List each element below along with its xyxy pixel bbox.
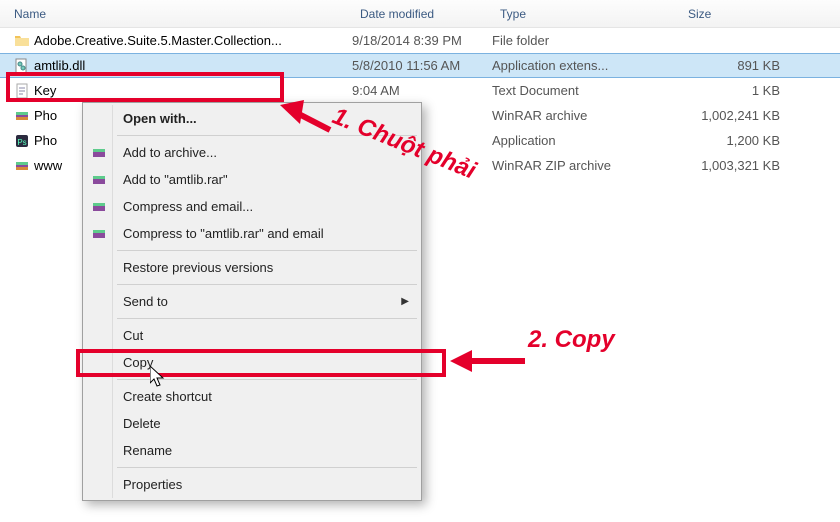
menu-restore-versions[interactable]: Restore previous versions: [85, 254, 419, 281]
menu-separator: [117, 250, 417, 251]
file-type: WinRAR ZIP archive: [492, 158, 680, 173]
menu-compress-to-email[interactable]: Compress to "amtlib.rar" and email: [85, 220, 419, 247]
file-date: 9/18/2014 8:39 PM: [352, 33, 492, 48]
menu-create-shortcut[interactable]: Create shortcut: [85, 383, 419, 410]
file-type: WinRAR archive: [492, 108, 680, 123]
annotation-step2: 2. Copy: [528, 326, 615, 354]
file-date: 5/8/2010 11:56 AM: [352, 58, 492, 73]
column-header-type[interactable]: Type: [492, 3, 680, 25]
dll-icon: [14, 58, 30, 74]
app-icon: Ps: [14, 133, 30, 149]
file-name: www: [34, 158, 62, 173]
winrar-icon: [91, 226, 107, 242]
menu-separator: [117, 284, 417, 285]
menu-label: Compress and email...: [123, 199, 253, 214]
menu-label: Add to "amtlib.rar": [123, 172, 228, 187]
winrar-zip-icon: [14, 158, 30, 174]
winrar-icon: [14, 108, 30, 124]
file-name: Pho: [34, 108, 57, 123]
menu-properties[interactable]: Properties: [85, 471, 419, 498]
file-type: Application: [492, 133, 680, 148]
menu-label: Restore previous versions: [123, 260, 273, 275]
file-name: amtlib.dll: [34, 58, 85, 73]
file-size: 1,200 KB: [680, 133, 840, 148]
menu-label: Copy: [123, 355, 153, 370]
file-size: 1,003,321 KB: [680, 158, 840, 173]
menu-label: Delete: [123, 416, 161, 431]
menu-label: Add to archive...: [123, 145, 217, 160]
menu-open-with[interactable]: Open with...: [85, 105, 419, 132]
column-header-row: Name Date modified Type Size: [0, 0, 840, 28]
column-header-date[interactable]: Date modified: [352, 3, 492, 25]
menu-separator: [117, 379, 417, 380]
folder-icon: [14, 33, 30, 49]
menu-copy[interactable]: Copy: [85, 349, 419, 376]
menu-separator: [117, 318, 417, 319]
file-date: 9:04 AM: [352, 83, 492, 98]
svg-text:Ps: Ps: [17, 138, 26, 147]
context-menu: Open with... Add to archive... Add to "a…: [82, 102, 422, 501]
file-size: 1,002,241 KB: [680, 108, 840, 123]
menu-rename[interactable]: Rename: [85, 437, 419, 464]
file-type: Application extens...: [492, 58, 680, 73]
arrow-step2-icon: [450, 346, 530, 376]
menu-separator: [117, 135, 417, 136]
menu-label: Create shortcut: [123, 389, 212, 404]
file-row-dll[interactable]: amtlib.dll 5/8/2010 11:56 AM Application…: [0, 53, 840, 78]
menu-cut[interactable]: Cut: [85, 322, 419, 349]
file-type: Text Document: [492, 83, 680, 98]
menu-label: Open with...: [123, 111, 197, 126]
text-file-icon: [14, 83, 30, 99]
menu-separator: [117, 467, 417, 468]
menu-label: Send to: [123, 294, 168, 309]
column-header-name[interactable]: Name: [0, 3, 352, 25]
chevron-right-icon: ▶: [401, 296, 409, 307]
winrar-icon: [91, 145, 107, 161]
file-row-folder[interactable]: Adobe.Creative.Suite.5.Master.Collection…: [0, 28, 840, 53]
file-name: Pho: [34, 133, 57, 148]
column-header-size[interactable]: Size: [680, 3, 840, 25]
menu-label: Rename: [123, 443, 172, 458]
file-size: 1 KB: [680, 83, 840, 98]
menu-compress-email[interactable]: Compress and email...: [85, 193, 419, 220]
file-size: 891 KB: [680, 58, 840, 73]
menu-label: Cut: [123, 328, 143, 343]
file-row-text[interactable]: Key 9:04 AM Text Document 1 KB: [0, 78, 840, 103]
menu-add-archive[interactable]: Add to archive...: [85, 139, 419, 166]
menu-label: Properties: [123, 477, 182, 492]
winrar-icon: [91, 199, 107, 215]
file-name: Adobe.Creative.Suite.5.Master.Collection…: [34, 33, 282, 48]
menu-send-to[interactable]: Send to ▶: [85, 288, 419, 315]
winrar-icon: [91, 172, 107, 188]
menu-add-to[interactable]: Add to "amtlib.rar": [85, 166, 419, 193]
menu-label: Compress to "amtlib.rar" and email: [123, 226, 324, 241]
file-name: Key: [34, 83, 56, 98]
menu-delete[interactable]: Delete: [85, 410, 419, 437]
file-type: File folder: [492, 33, 680, 48]
